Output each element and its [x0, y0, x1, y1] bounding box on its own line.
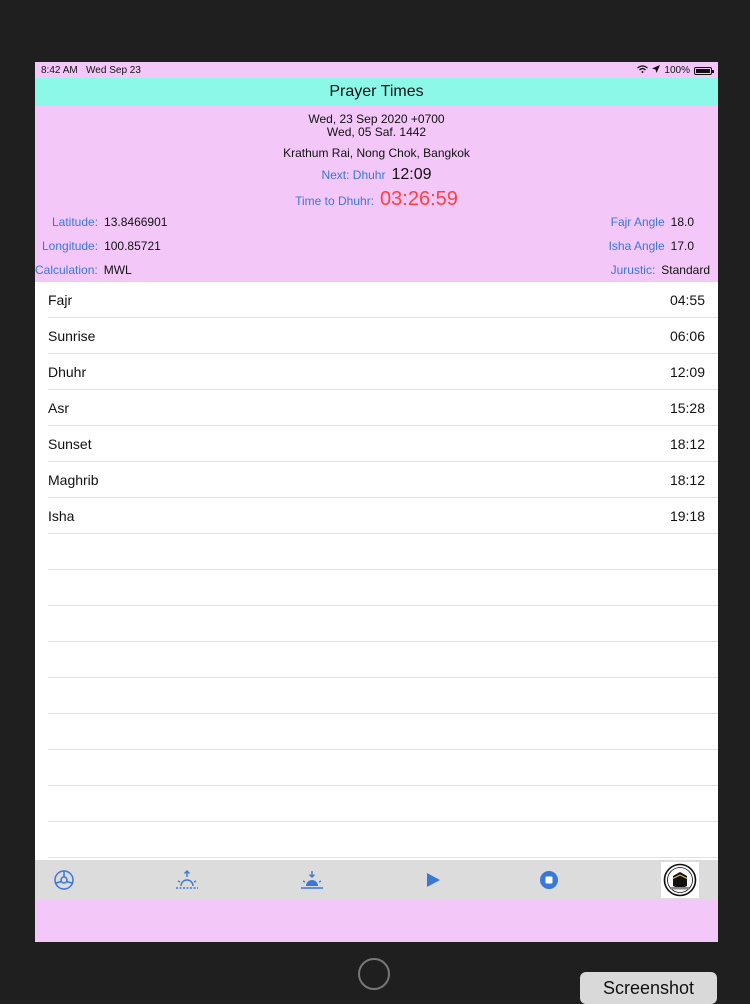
kaaba-logo-button[interactable] — [661, 862, 699, 898]
status-date: Wed Sep 23 — [86, 65, 141, 76]
play-icon — [427, 873, 440, 887]
nav-bar: Prayer Times — [35, 78, 718, 106]
status-left: 8:42 AM Wed Sep 23 — [41, 65, 141, 76]
page-title: Prayer Times — [329, 83, 424, 100]
calculation-label: Calculation: — [35, 263, 98, 277]
prayer-name: Fajr — [48, 292, 73, 308]
table-row[interactable]: Asr 15:28 — [48, 390, 718, 426]
prayer-time: 04:55 — [669, 292, 705, 308]
empty-row — [48, 678, 718, 714]
prayer-time: 06:06 — [669, 328, 705, 344]
prayer-list[interactable]: Fajr 04:55 Sunrise 06:06 Dhuhr 12:09 Asr… — [35, 282, 718, 860]
longitude-label: Longitude: — [42, 239, 99, 253]
battery-percent: 100% — [664, 65, 690, 76]
empty-row — [48, 606, 718, 642]
sunset-icon — [301, 871, 323, 889]
prayer-header: Wed, 23 Sep 2020 +0700 Wed, 05 Saf. 1442… — [35, 106, 718, 282]
table-row[interactable]: Sunrise 06:06 — [48, 318, 718, 354]
next-label: Next: Dhuhr — [321, 168, 386, 182]
screenshot-label: Screenshot — [580, 972, 717, 1004]
prayer-time: 18:12 — [669, 436, 705, 452]
status-right: 100% — [637, 65, 714, 76]
table-row[interactable]: Dhuhr 12:09 — [48, 354, 718, 390]
next-prayer: Next: Dhuhr 12:09 — [35, 166, 718, 184]
prayer-time: 12:09 — [669, 364, 705, 380]
latitude-label: Latitude: — [52, 215, 99, 229]
prayer-name: Sunrise — [48, 328, 96, 344]
gregorian-date: Wed, 23 Sep 2020 +0700 — [308, 112, 445, 126]
jurustic: Jurustic: Standard — [611, 263, 710, 277]
isha-angle: Isha Angle 17.0 — [609, 239, 694, 253]
fajr-angle: Fajr Angle 18.0 — [611, 215, 694, 229]
countdown-value: 03:26:59 — [380, 188, 458, 210]
table-row[interactable]: Fajr 04:55 — [48, 282, 718, 318]
prayer-name: Isha — [48, 508, 75, 524]
location-arrow-icon — [652, 65, 661, 76]
next-time: 12:09 — [391, 166, 432, 183]
empty-row — [48, 750, 718, 786]
latitude: Latitude: 13.8466901 — [52, 215, 167, 229]
isha-angle-label: Isha Angle — [608, 239, 665, 253]
prayer-name: Dhuhr — [48, 364, 87, 380]
prayer-time: 19:18 — [669, 508, 705, 524]
table-row[interactable]: Sunset 18:12 — [48, 426, 718, 462]
empty-row — [48, 570, 718, 606]
settings-button[interactable] — [51, 867, 77, 893]
table-row[interactable]: Isha 19:18 — [48, 498, 718, 534]
stop-icon — [540, 871, 558, 889]
isha-angle-value: 17.0 — [670, 239, 694, 253]
app-screen: 8:42 AM Wed Sep 23 100% Prayer Times Wed… — [35, 62, 718, 942]
hijri-date: Wed, 05 Saf. 1442 — [326, 125, 427, 139]
kaaba-logo-icon — [663, 863, 697, 897]
countdown: Time to Dhuhr: 03:26:59 — [35, 188, 718, 211]
location-text: Krathum Rai, Nong Chok, Bangkok — [283, 146, 470, 160]
status-time: 8:42 AM — [41, 65, 78, 76]
prayer-name: Maghrib — [48, 472, 99, 488]
longitude: Longitude: 100.85721 — [42, 239, 161, 253]
battery-icon — [694, 66, 714, 75]
latitude-value: 13.8466901 — [104, 215, 168, 229]
longitude-value: 100.85721 — [104, 239, 161, 253]
empty-row — [48, 786, 718, 822]
prayer-time: 18:12 — [669, 472, 705, 488]
table-row[interactable]: Maghrib 18:12 — [48, 462, 718, 498]
prayer-name: Asr — [48, 400, 69, 416]
empty-row — [48, 714, 718, 750]
wifi-icon — [637, 65, 649, 76]
fajr-angle-label: Fajr Angle — [610, 215, 665, 229]
ipad-frame: 8:42 AM Wed Sep 23 100% Prayer Times Wed… — [0, 0, 750, 1004]
empty-row — [48, 642, 718, 678]
sunrise-button[interactable] — [174, 867, 200, 893]
jurustic-value: Standard — [661, 263, 710, 277]
home-button[interactable] — [358, 958, 390, 990]
calculation-value: MWL — [103, 263, 132, 277]
settings-icon — [54, 870, 74, 890]
countdown-label: Time to Dhuhr: — [295, 194, 375, 208]
calculation: Calculation: MWL — [35, 263, 132, 277]
bottom-toolbar — [35, 860, 718, 900]
sunset-button[interactable] — [299, 867, 325, 893]
fajr-angle-value: 18.0 — [670, 215, 694, 229]
sunrise-icon — [176, 870, 198, 889]
jurustic-label: Jurustic: — [610, 263, 656, 277]
status-bar: 8:42 AM Wed Sep 23 100% — [35, 62, 718, 78]
empty-row — [48, 534, 718, 570]
play-button[interactable] — [420, 867, 446, 893]
stop-button[interactable] — [536, 867, 562, 893]
prayer-time: 15:28 — [669, 400, 705, 416]
prayer-name: Sunset — [48, 436, 92, 452]
empty-row — [48, 822, 718, 858]
